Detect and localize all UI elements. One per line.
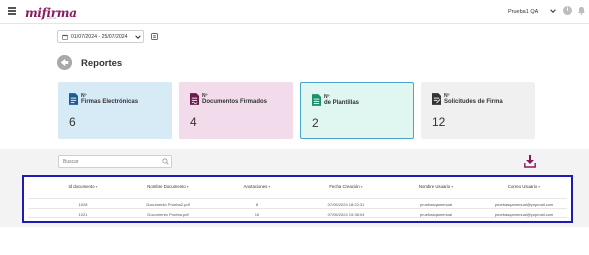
cell-user-name: pruebasqamenual (419, 202, 453, 207)
cell-annotations: 8 (255, 202, 259, 207)
card-value: 2 (312, 116, 319, 130)
card-value: 4 (190, 115, 197, 129)
cell-id: 1028 (78, 202, 88, 207)
user-name[interactable]: Prueba1 QA (508, 9, 538, 15)
column-header-annotations[interactable]: Anotaciones▾ (244, 184, 271, 189)
date-range-value: 01/07/2024 - 25/07/2024 (71, 34, 128, 40)
logo-subtitle: e-firma (47, 16, 57, 20)
cell-creation-date: 07/05/2024 15:38:04 (327, 212, 365, 217)
search-box[interactable] (58, 155, 172, 168)
table-header: Id documento▾ Nombre Documento▾ Anotacio… (24, 184, 571, 194)
cell-user-email: pruebasqamenual@yopmail.com (494, 212, 554, 217)
column-header-user-email[interactable]: Correo Usuario▾ (508, 184, 540, 189)
card-label: Documentos Firmados (202, 99, 268, 105)
cell-annotations: 16 (254, 212, 260, 217)
back-arrow-button[interactable] (57, 55, 72, 70)
app-logo[interactable]: mifirma e-firma (25, 4, 85, 20)
search-icon[interactable] (162, 158, 169, 165)
column-header-document-name[interactable]: Nombre Documento▾ (147, 184, 188, 189)
card-value: 12 (432, 115, 446, 129)
card-label: Firmas Electrónicas (81, 99, 139, 105)
documents-table: Id documento▾ Nombre Documento▾ Anotacio… (22, 175, 573, 223)
hamburger-menu-icon[interactable] (8, 7, 16, 15)
cell-user-name: pruebasqamenual (419, 212, 453, 217)
cell-id: 1021 (78, 212, 88, 217)
download-icon[interactable] (524, 155, 536, 168)
table-row[interactable]: 1028 Documento Prueba2.pdf 8 07/05/2024 … (28, 198, 567, 208)
bell-icon[interactable] (577, 6, 586, 15)
column-header-id[interactable]: Id documento▾ (68, 184, 97, 189)
cell-user-email: pruebasqamenual@yopmail.com (494, 202, 554, 207)
card-solicitudes-de-firma[interactable]: Nº Solicitudes de Firma 12 (421, 82, 535, 139)
top-bar: mifirma e-firma Prueba1 QA i (0, 0, 589, 24)
card-plantillas[interactable]: Nº de Plantillas 2 (300, 82, 414, 139)
signed-document-icon (190, 93, 199, 105)
card-label: de Plantillas (324, 100, 360, 106)
clear-filter-icon[interactable] (151, 33, 158, 40)
cell-document-name: Documento Prueba.pdf (147, 212, 189, 217)
column-header-user-name[interactable]: Nombre Usuario▾ (419, 184, 453, 189)
cell-creation-date: 07/05/2024 18:22:31 (327, 202, 365, 207)
chevron-down-icon[interactable] (550, 8, 556, 14)
signature-request-icon (432, 93, 441, 105)
card-documentos-firmados[interactable]: Nº Documentos Firmados 4 (179, 82, 293, 139)
column-header-creation-date[interactable]: Fecha Creación▾ (329, 184, 362, 189)
document-signature-icon (69, 93, 78, 105)
card-value: 6 (69, 115, 76, 129)
page-title: Reportes (81, 58, 123, 69)
cell-document-name: Documento Prueba2.pdf (146, 202, 190, 207)
info-icon[interactable]: i (563, 6, 572, 15)
template-icon (312, 94, 321, 106)
table-row[interactable]: 1021 Documento Prueba.pdf 16 07/05/2024 … (28, 208, 567, 218)
calendar-icon (62, 34, 68, 40)
search-input[interactable] (63, 158, 153, 166)
chevron-down-icon (135, 35, 141, 39)
card-firmas-electronicas[interactable]: Nº Firmas Electrónicas 6 (58, 82, 172, 139)
card-label: Solicitudes de Firma (444, 99, 503, 105)
date-range-picker[interactable]: 01/07/2024 - 25/07/2024 (57, 30, 144, 43)
